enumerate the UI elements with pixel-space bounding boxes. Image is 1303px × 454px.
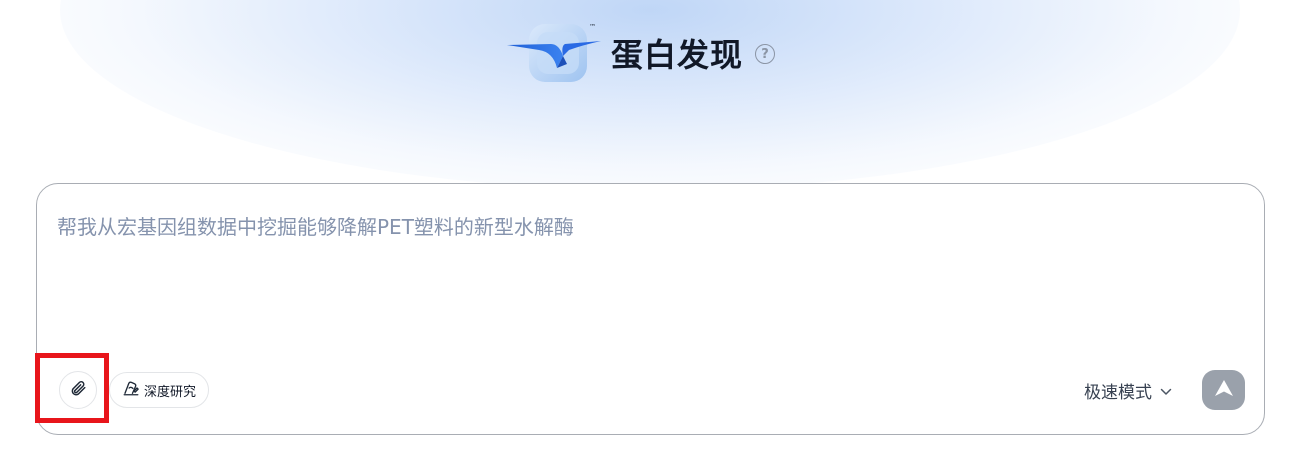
brain-edit-icon [122, 379, 140, 401]
trademark-mark: ™ [589, 23, 596, 31]
deep-research-label: 深度研究 [144, 384, 197, 400]
help-circle-icon[interactable]: ? [755, 44, 776, 64]
prompt-input[interactable] [57, 212, 1237, 242]
chevron-down-icon [1160, 381, 1172, 400]
paperclip-icon [69, 379, 87, 401]
bird-logo-icon: ™ [503, 20, 603, 86]
attach-file-button[interactable] [59, 371, 97, 409]
send-button[interactable] [1202, 370, 1245, 410]
page-title: 蛋白发现 [611, 36, 744, 74]
page: ™ 蛋白发现 ? 深度研究 [0, 0, 1303, 454]
send-arrow-icon [1214, 379, 1234, 401]
brand-header: ™ 蛋白发现 ? [503, 20, 776, 86]
prompt-composer: 深度研究 极速模式 [36, 183, 1265, 435]
mode-select-label: 极速模式 [1084, 382, 1152, 403]
deep-research-button[interactable]: 深度研究 [109, 372, 210, 408]
mode-select[interactable]: 极速模式 [1084, 377, 1172, 403]
